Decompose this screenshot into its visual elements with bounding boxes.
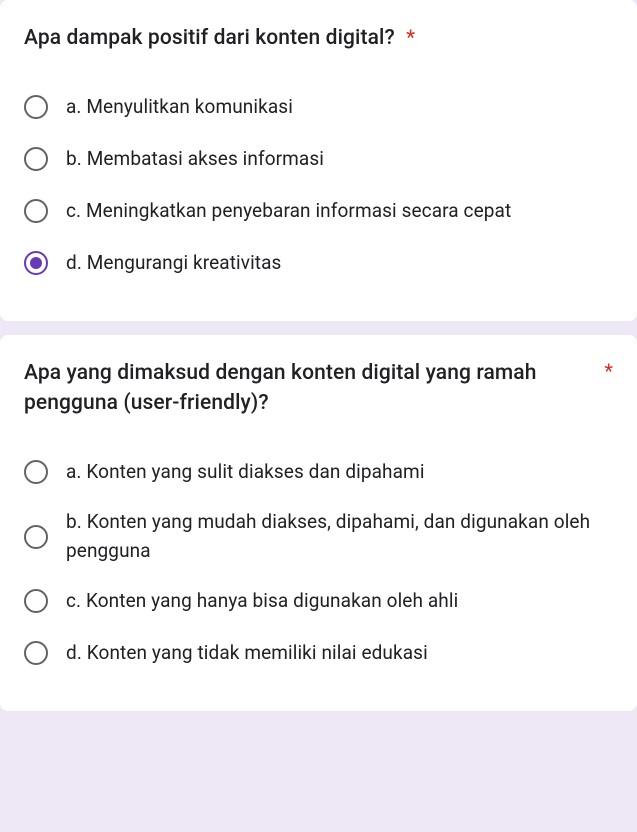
radio-icon [24, 199, 48, 223]
radio-icon [24, 147, 48, 171]
radio-option[interactable]: a. Konten yang sulit diakses dan dipaham… [24, 446, 613, 498]
question-title: Apa dampak positif dari konten digital? … [24, 24, 613, 53]
radio-option[interactable]: a. Menyulitkan komunikasi [24, 81, 613, 133]
radio-icon [24, 641, 48, 665]
required-marker: * [406, 25, 415, 49]
question-header: Apa yang dimaksud dengan konten digital … [24, 359, 613, 418]
radio-icon [24, 95, 48, 119]
question-title-text: Apa dampak positif dari konten digital? [24, 26, 395, 50]
question-card: Apa yang dimaksud dengan konten digital … [0, 335, 637, 711]
option-label: b. Konten yang mudah diakses, dipahami, … [66, 508, 613, 565]
question-header: Apa dampak positif dari konten digital? … [24, 24, 613, 53]
radio-option[interactable]: c. Konten yang hanya bisa digunakan oleh… [24, 575, 613, 627]
option-label: a. Menyulitkan komunikasi [66, 93, 293, 122]
radio-icon-selected [24, 251, 48, 275]
required-marker: * [604, 359, 613, 383]
radio-option[interactable]: d. Konten yang tidak memiliki nilai eduk… [24, 627, 613, 679]
question-title-text: Apa yang dimaksud dengan konten digital … [24, 361, 537, 414]
radio-option[interactable]: d. Mengurangi kreativitas [24, 237, 613, 289]
option-label: d. Konten yang tidak memiliki nilai eduk… [66, 639, 428, 668]
option-label: a. Konten yang sulit diakses dan dipaham… [66, 458, 425, 487]
option-label: d. Mengurangi kreativitas [66, 249, 281, 278]
radio-option[interactable]: c. Meningkatkan penyebaran informasi sec… [24, 185, 613, 237]
radio-icon [24, 589, 48, 613]
radio-option[interactable]: b. Konten yang mudah diakses, dipahami, … [24, 498, 613, 575]
option-label: b. Membatasi akses informasi [66, 145, 324, 174]
question-card: Apa dampak positif dari konten digital? … [0, 0, 637, 321]
radio-icon [24, 460, 48, 484]
radio-option[interactable]: b. Membatasi akses informasi [24, 133, 613, 185]
radio-icon [24, 525, 48, 549]
option-label: c. Meningkatkan penyebaran informasi sec… [66, 197, 511, 226]
question-title: Apa yang dimaksud dengan konten digital … [24, 359, 598, 418]
option-label: c. Konten yang hanya bisa digunakan oleh… [66, 587, 458, 616]
